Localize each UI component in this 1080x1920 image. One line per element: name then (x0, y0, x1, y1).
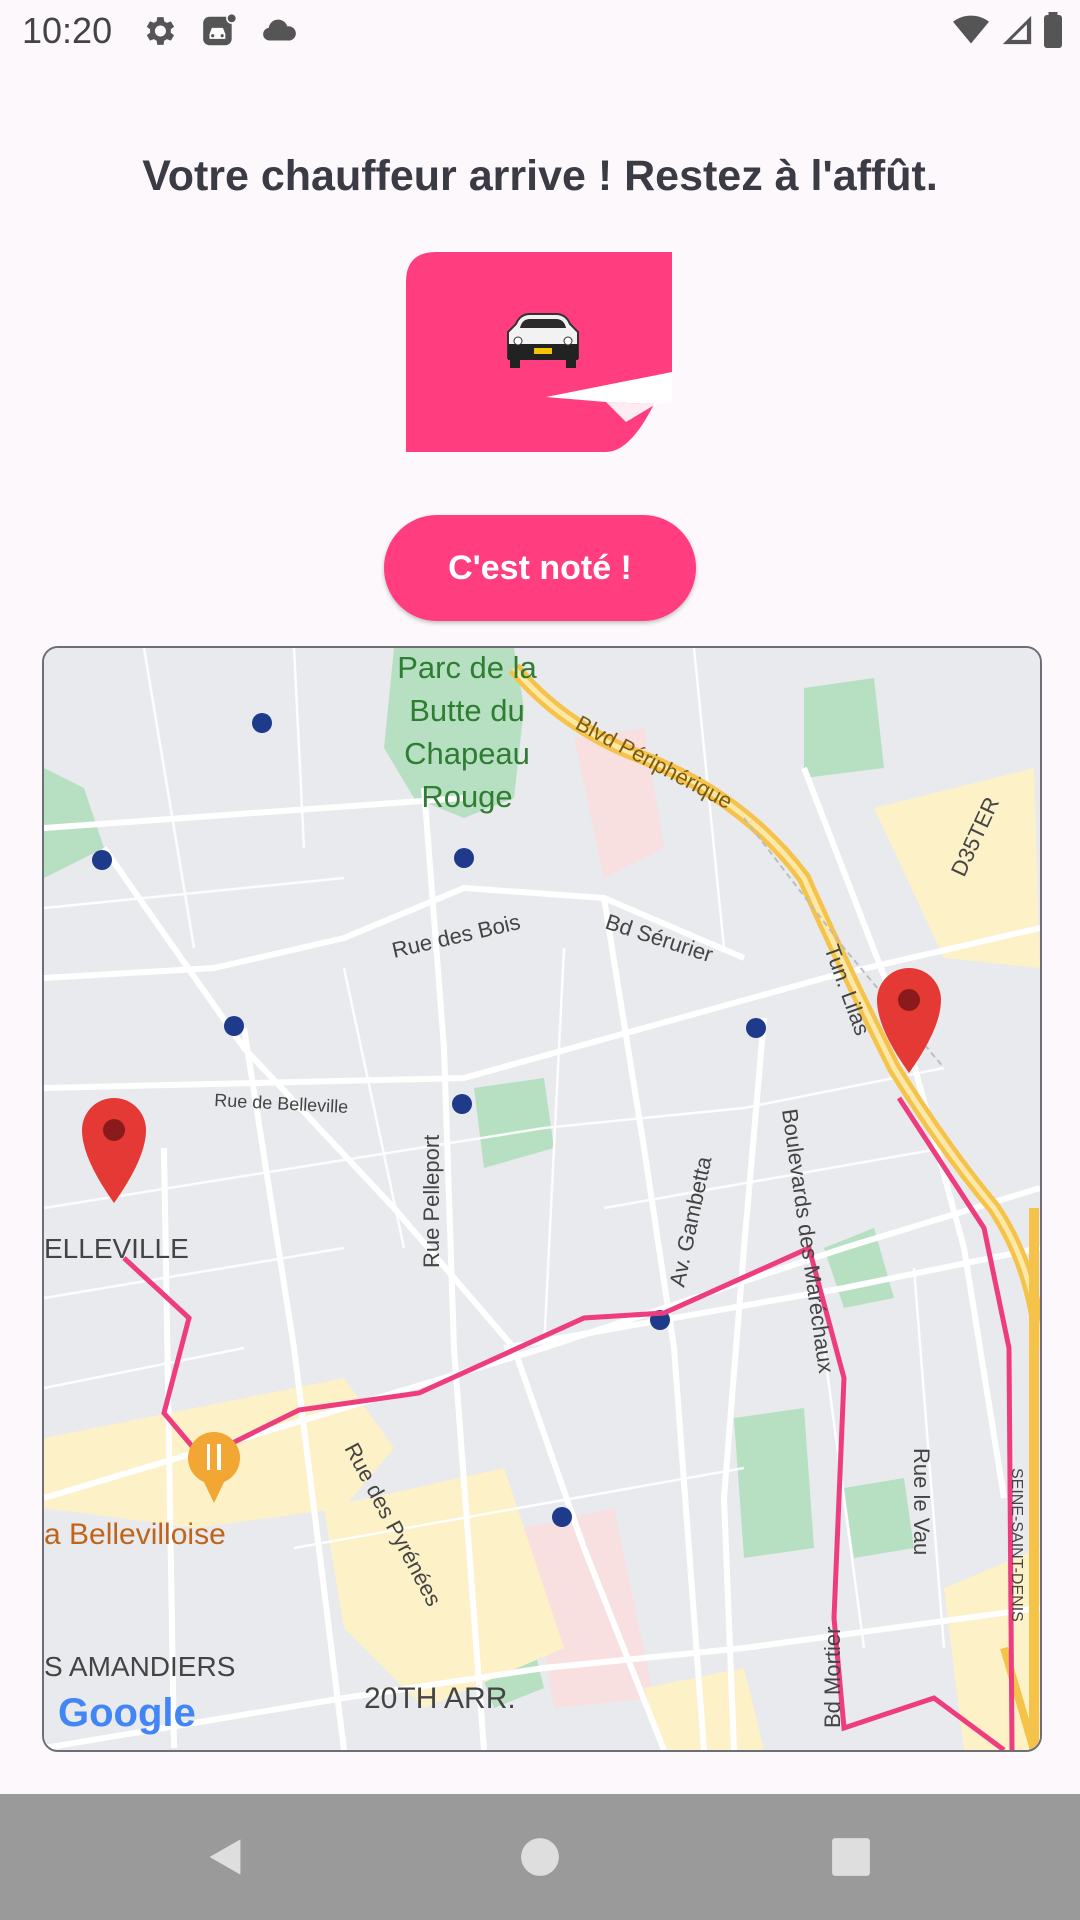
map-label-park-2: Butte du (409, 693, 524, 728)
map-label-20th-arr: 20TH ARR. (364, 1682, 516, 1715)
map-label-bd-mortier: Bd Mortier (820, 1627, 845, 1728)
map-label-bellevilloise: a Bellevilloise (44, 1518, 226, 1551)
status-bar: 10:20 (0, 0, 1080, 64)
map-label-amandiers: S AMANDIERS (44, 1651, 235, 1682)
home-icon (521, 1838, 559, 1876)
map-label-park-3: Chapeau (404, 736, 530, 771)
map-label-belleville: ELLEVILLE (44, 1233, 189, 1264)
wifi-icon (952, 12, 990, 53)
driver-illustration (406, 252, 672, 452)
cell-signal-icon (1000, 12, 1034, 53)
map-label-rue-le-vau: Rue le Vau (909, 1448, 934, 1555)
system-nav-bar (0, 1794, 1080, 1920)
settings-icon (140, 12, 178, 55)
battery-icon (1044, 12, 1062, 53)
cloud-icon (260, 12, 298, 55)
back-button[interactable] (192, 1824, 258, 1890)
headline: Votre chauffeur arrive ! Restez à l'affû… (142, 152, 938, 200)
map-label-park-1: Parc de la (397, 650, 537, 685)
recents-icon (832, 1838, 870, 1876)
route-map[interactable]: Parc de la Butte du Chapeau Rouge Blvd P… (42, 646, 1042, 1752)
map-label-park-4: Rouge (421, 779, 512, 814)
recents-button[interactable] (818, 1824, 884, 1890)
map-label-rue-pelleport: Rue Pelleport (419, 1135, 444, 1268)
confirm-button[interactable]: C'est noté ! (384, 515, 696, 621)
map-label-seine-saint-denis: SEINE-SAINT-DENIS (1008, 1468, 1025, 1622)
status-time: 10:20 (22, 10, 113, 51)
car-notification-icon (200, 12, 238, 55)
car-icon (507, 313, 579, 368)
google-logo: Google (58, 1691, 196, 1735)
home-button[interactable] (507, 1824, 573, 1890)
back-icon (209, 1839, 241, 1875)
